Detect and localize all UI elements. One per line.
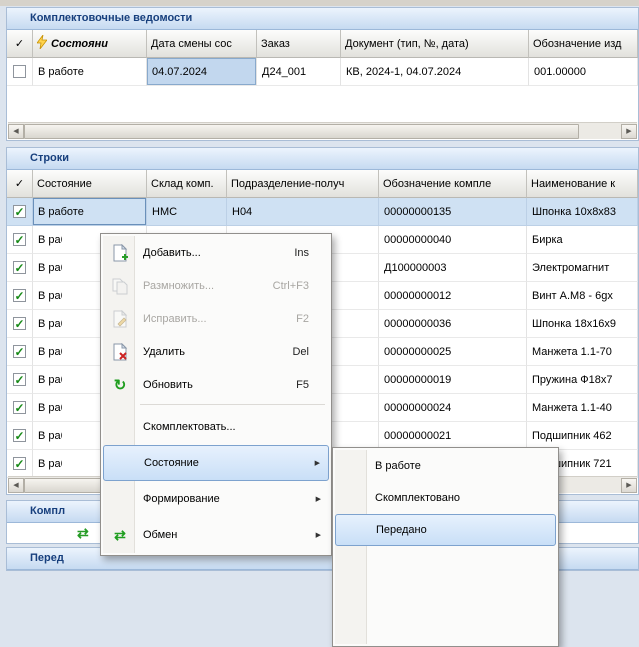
submenu-arrow-icon: ▶ xyxy=(315,459,320,467)
table1-date-column-header[interactable]: Дата смены сос xyxy=(147,30,257,58)
menu-item-delete[interactable]: Удалить Del xyxy=(103,335,329,368)
window-top-strip xyxy=(0,0,639,6)
table1-check-column-header[interactable]: ✓ xyxy=(7,30,33,58)
table1-row[interactable]: В работе 04.07.2024 Д24_001 КВ, 2024-1, … xyxy=(7,58,638,86)
table2-designation-column-header[interactable]: Обозначение компле xyxy=(379,170,527,198)
copy-docs-icon xyxy=(111,277,129,295)
lightning-icon xyxy=(37,35,47,52)
exchange-icon: ⇄ xyxy=(111,526,129,544)
cell-designation: 001.00000 xyxy=(534,66,586,78)
panel1-title: Комплектовочные ведомости xyxy=(30,12,192,24)
panel1-header-bar[interactable]: Комплектовочные ведомости xyxy=(7,8,638,30)
refresh-icon: ↻ xyxy=(111,376,129,394)
table1-horizontal-scrollbar[interactable]: ◀ ▶ xyxy=(8,122,637,139)
table2-check-column-header[interactable]: ✓ xyxy=(7,170,33,198)
context-menu: Добавить... Ins Размножить... Ctrl+F3 Ис… xyxy=(100,233,332,556)
table1-header-row: ✓ Состояни Дата смены сос Заказ Документ… xyxy=(7,30,638,58)
row-checkbox-checked[interactable]: ✓ xyxy=(13,373,26,386)
menu-item-assemble[interactable]: Скомплектовать... xyxy=(103,409,329,445)
menu-item-refresh[interactable]: ↻ Обновить F5 xyxy=(103,368,329,401)
panel-picking-lists: Комплектовочные ведомости ✓ Состояни Дат… xyxy=(6,7,639,141)
scroll-left-button[interactable]: ◀ xyxy=(8,124,24,139)
edit-doc-icon xyxy=(111,310,129,328)
menu-item-state[interactable]: Состояние ▶ xyxy=(103,445,329,481)
submenu-item-transferred[interactable]: Передано xyxy=(335,514,556,546)
scroll-left-icon: ◀ xyxy=(13,481,18,489)
row-checkbox-unchecked[interactable] xyxy=(13,65,26,78)
cell-document: КВ, 2024-1, 04.07.2024 xyxy=(346,66,461,78)
scrollbar-thumb[interactable] xyxy=(24,124,579,139)
scroll-right-icon: ▶ xyxy=(626,481,631,489)
table2-warehouse-column-header[interactable]: Склад комп. xyxy=(147,170,227,198)
table2-name-column-header[interactable]: Наименование к xyxy=(527,170,638,198)
row-checkbox-checked[interactable]: ✓ xyxy=(13,401,26,414)
delete-doc-icon xyxy=(111,343,129,361)
panel2-header-bar[interactable]: Строки xyxy=(7,148,638,170)
cell-state: В работе xyxy=(38,66,84,78)
menu-item-exchange[interactable]: ⇄ Обмен ▶ xyxy=(103,517,329,553)
panel2-title: Строки xyxy=(30,152,69,164)
table-row[interactable]: ✓ В работе НМС Н04 00000000135 Шпонка 10… xyxy=(7,198,638,226)
add-doc-icon xyxy=(111,244,129,262)
selected-cell-date[interactable]: 04.07.2024 xyxy=(147,58,257,86)
scroll-left-icon: ◀ xyxy=(13,127,18,135)
scroll-right-icon: ▶ xyxy=(626,127,631,135)
scroll-right-button[interactable]: ▶ xyxy=(621,124,637,139)
row-checkbox-checked[interactable]: ✓ xyxy=(13,205,26,218)
scroll-right-button[interactable]: ▶ xyxy=(621,478,637,493)
row-checkbox-checked[interactable]: ✓ xyxy=(13,317,26,330)
table2-department-column-header[interactable]: Подразделение-получ xyxy=(227,170,379,198)
exchange-icon: ⇄ xyxy=(77,525,89,542)
scrollbar-track[interactable] xyxy=(24,124,621,139)
row-checkbox-checked[interactable]: ✓ xyxy=(13,289,26,302)
table2-header-row: ✓ Состояние Склад комп. Подразделение-по… xyxy=(7,170,638,198)
table1-state-column-header[interactable]: Состояни xyxy=(33,30,147,58)
table1-order-column-header[interactable]: Заказ xyxy=(257,30,341,58)
submenu-arrow-icon: ▶ xyxy=(316,531,321,539)
row-checkbox-checked[interactable]: ✓ xyxy=(13,345,26,358)
submenu-item-in-work[interactable]: В работе xyxy=(335,450,556,482)
menu-item-edit: Исправить... F2 xyxy=(103,302,329,335)
row-checkbox-checked[interactable]: ✓ xyxy=(13,457,26,470)
submenu-arrow-icon: ▶ xyxy=(316,495,321,503)
menu-item-duplicate: Размножить... Ctrl+F3 xyxy=(103,269,329,302)
panel3-title: Компл xyxy=(30,505,65,517)
row-checkbox-checked[interactable]: ✓ xyxy=(13,429,26,442)
menu-item-add[interactable]: Добавить... Ins xyxy=(103,236,329,269)
state-submenu: В работе Скомплектовано Передано xyxy=(332,447,559,647)
row-checkbox-checked[interactable]: ✓ xyxy=(13,233,26,246)
menu-item-forming[interactable]: Формирование ▶ xyxy=(103,481,329,517)
table2-state-column-header[interactable]: Состояние xyxy=(33,170,147,198)
scroll-left-button[interactable]: ◀ xyxy=(8,478,24,493)
submenu-item-assembled[interactable]: Скомплектовано xyxy=(335,482,556,514)
table1-designation-column-header[interactable]: Обозначение изд xyxy=(529,30,638,58)
table1-document-column-header[interactable]: Документ (тип, №, дата) xyxy=(341,30,529,58)
menu-separator xyxy=(140,404,325,405)
panel4-title: Перед xyxy=(30,552,64,564)
cell-order: Д24_001 xyxy=(262,66,306,78)
row-checkbox-checked[interactable]: ✓ xyxy=(13,261,26,274)
